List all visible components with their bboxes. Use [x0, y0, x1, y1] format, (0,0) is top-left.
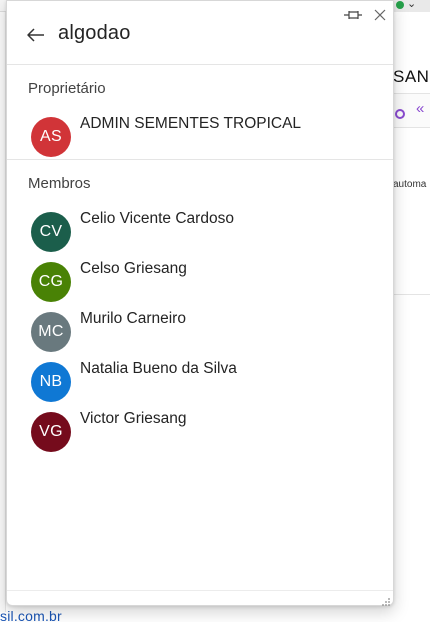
background-content: SANC « automa	[393, 38, 430, 598]
background-status: ⌄	[394, 0, 430, 12]
background-text: automa	[393, 179, 427, 190]
background-divider	[393, 294, 430, 295]
panel-header: algodao	[7, 1, 393, 65]
avatar: CG	[31, 262, 71, 302]
background-header: SANC	[393, 38, 430, 94]
background-heading: SANC	[393, 67, 430, 86]
member-item[interactable]: CV Celio Vicente Cardoso	[25, 210, 377, 254]
member-name: Celso Griesang	[80, 260, 187, 277]
avatar: MC	[31, 312, 71, 352]
avatar: VG	[31, 412, 71, 452]
member-item[interactable]: NB Natalia Bueno da Silva	[25, 360, 377, 404]
member-item[interactable]: CG Celso Griesang	[25, 260, 377, 304]
back-button[interactable]	[21, 21, 51, 49]
double-chevron-left-icon[interactable]: «	[416, 100, 424, 117]
close-button[interactable]	[371, 6, 389, 24]
members-section-label: Membros	[28, 175, 91, 192]
chevron-down-icon[interactable]: ⌄	[407, 0, 416, 10]
member-item[interactable]: VG Victor Griesang	[25, 410, 377, 454]
owner-item[interactable]: AS ADMIN SEMENTES TROPICAL	[25, 115, 377, 159]
avatar: CV	[31, 212, 71, 252]
member-name: Celio Vicente Cardoso	[80, 210, 234, 227]
circle-icon[interactable]	[395, 109, 405, 119]
status-dot	[396, 1, 404, 9]
member-item[interactable]: MC Murilo Carneiro	[25, 310, 377, 354]
member-name: Victor Griesang	[80, 410, 187, 427]
pin-button[interactable]	[343, 6, 363, 24]
avatar: NB	[31, 362, 71, 402]
resize-grip-icon	[382, 598, 390, 606]
pin-icon	[344, 11, 362, 19]
close-icon	[374, 9, 386, 21]
resize-grip[interactable]	[381, 593, 391, 606]
avatar: AS	[31, 117, 71, 157]
member-name: Natalia Bueno da Silva	[80, 360, 237, 377]
owner-section-label: Proprietário	[28, 80, 106, 97]
section-divider	[7, 159, 393, 160]
background-link[interactable]: sil.com.br	[0, 608, 62, 622]
owner-name: ADMIN SEMENTES TROPICAL	[80, 115, 302, 132]
arrow-left-icon	[27, 28, 44, 42]
panel-footer-divider	[7, 590, 393, 591]
group-members-panel: algodao Proprietário AS ADMIN SEMENTES T…	[6, 0, 394, 606]
group-title: algodao	[58, 22, 131, 44]
member-name: Murilo Carneiro	[80, 310, 186, 327]
